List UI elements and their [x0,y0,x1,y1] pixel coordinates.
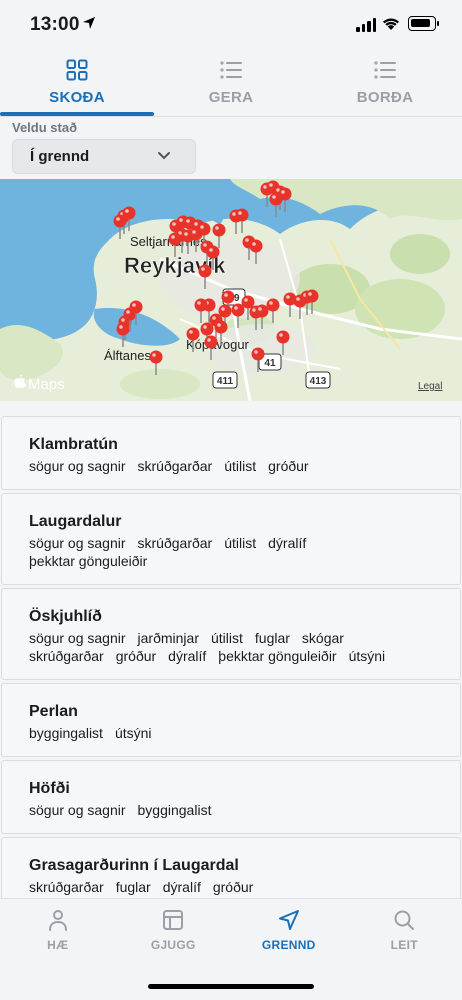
place-tag: þekktar gönguleiðir [218,648,337,664]
list-icon [374,61,396,79]
nav-label: LEIT [390,938,418,952]
status-bar: 13:00 [0,0,462,50]
place-title: Klambratún [29,436,118,453]
place-tag: þekktar gönguleiðir [29,553,148,569]
place-title: Perlan [29,703,78,720]
place-card[interactable]: Höfði sögur og sagnir byggingalist [1,760,461,834]
place-tag: útilist [224,458,257,474]
place-tag: skrúðgarðar [29,879,104,895]
place-tags: sögur og sagnir jarðminjar útilist fuglar sk… [29,629,433,665]
nav-label: GJUGG [150,938,196,952]
place-tags: sögur og sagnir byggingalist [29,801,433,819]
nav-item-hae[interactable]: HÆ [0,899,116,1000]
maps-attribution-text: Maps [28,376,65,393]
place-tag: fuglar [254,630,290,646]
place-tag: skrúðgarðar [137,458,213,474]
place-tag: gróður [268,458,309,474]
place-card[interactable]: Laugardalur sögur og sagnir skrúðgarðar út… [1,493,461,585]
road-shield-411: 411 [212,371,238,389]
place-tag: skógar [301,630,344,646]
road-41-label: 41 [264,358,276,369]
battery-icon [408,16,439,31]
place-tag: útsýni [114,725,152,741]
place-tag: sögur og sagnir [29,802,126,818]
place-tag: jarðminjar [137,630,199,646]
place-tag: sögur og sagnir [29,458,126,474]
map-legal-link[interactable]: Legal [418,381,442,392]
picker-value: Í grennd [30,148,90,165]
home-indicator [148,984,314,989]
places-list: Klambratún sögur og sagnir skrúðgarðar úti… [1,416,461,914]
place-tag: útilist [210,630,243,646]
place-card[interactable]: Perlan byggingalist útsýni [1,683,461,757]
road-413-label: 413 [310,376,327,387]
navigation-arrow-icon [278,910,299,930]
picker-label: Veldu stað [12,120,78,135]
tab-skoda[interactable]: SKOÐA [0,50,154,118]
layout-icon [163,910,184,930]
place-tags: sögur og sagnir skrúðgarðar útilist dýralíf… [29,534,433,570]
cellular-signal-icon [356,18,376,32]
place-title: Höfði [29,780,70,797]
place-card[interactable]: Klambratún sögur og sagnir skrúðgarðar úti… [1,416,461,490]
place-tag: skrúðgarðar [29,648,104,664]
status-time: 13:00 [30,14,80,35]
top-tabs: SKOÐA GERA BORÐA [0,50,462,118]
nav-label: GRENND [261,938,316,952]
place-tag: skrúðgarðar [137,535,213,551]
list-icon [220,61,242,79]
place-tag: byggingalist [29,725,103,741]
road-shield-413: 413 [305,371,331,389]
place-tags: byggingalist útsýni [29,724,433,742]
place-tag: gróður [115,648,157,664]
tab-label: GERA [208,89,254,106]
place-tag: dýralíf [162,879,201,895]
place-tag: útsýni [348,648,386,664]
location-picker[interactable]: Í grennd [12,139,196,174]
map[interactable]: 49 41 411 413 Seltjarnarnes Reykjavík Kó… [0,179,462,401]
place-tag: dýralíf [268,535,307,551]
search-icon [394,910,415,930]
place-tag: útilist [224,535,257,551]
wifi-icon [383,18,399,30]
place-tags: skrúðgarðar fuglar dýralíf gróður [29,878,433,896]
tab-label: BORÐA [356,89,414,106]
place-title: Grasagarðurinn í Laugardal [29,857,239,874]
place-title: Öskjuhlíð [29,608,102,625]
place-tag: fuglar [115,879,151,895]
chevron-down-icon [158,152,170,160]
road-411-label: 411 [217,376,234,387]
divider [0,116,462,117]
grid-icon [66,59,88,81]
place-card[interactable]: Öskjuhlíð sögur og sagnir jarðminjar útili… [1,588,461,680]
place-tag: byggingalist [137,802,212,818]
person-icon [48,910,67,931]
place-tag: dýralíf [168,648,207,664]
nav-label: HÆ [47,938,69,952]
tab-gera[interactable]: GERA [154,50,308,118]
place-tag: sögur og sagnir [29,535,126,551]
map-label-alftanes: Álftanes [104,348,151,363]
place-title: Laugardalur [29,513,122,530]
nav-item-leit[interactable]: LEIT [347,899,462,1000]
place-tag: sögur og sagnir [29,630,126,646]
tab-borda[interactable]: BORÐA [308,50,462,118]
tab-label: SKOÐA [49,89,105,106]
place-tag: gróður [212,879,254,895]
place-tags: sögur og sagnir skrúðgarðar útilist gróður [29,457,433,475]
location-arrow-icon [83,17,95,29]
